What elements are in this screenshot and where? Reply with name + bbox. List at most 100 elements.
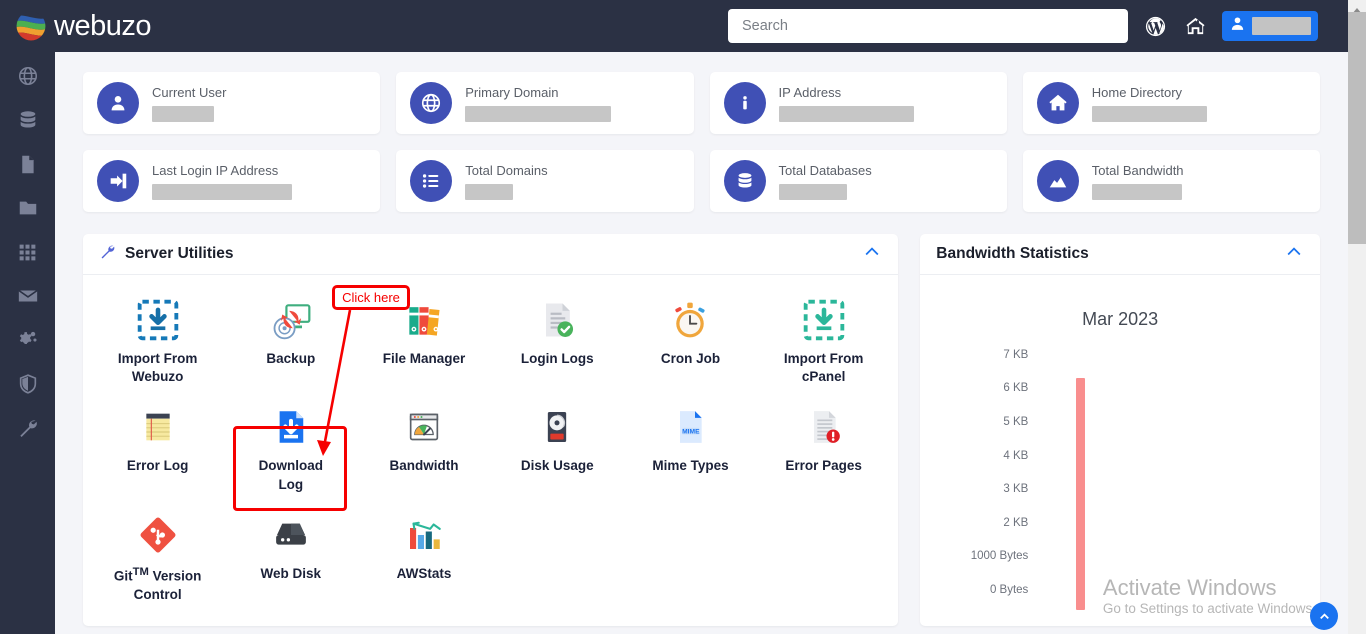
- cron-job-icon: [667, 297, 713, 343]
- import-cpanel-icon: [801, 297, 847, 343]
- bandwidth-panel-header: Bandwidth Statistics: [920, 234, 1320, 275]
- utility-label: Mime Types: [652, 457, 728, 475]
- sidebar-item-advanced[interactable]: [14, 326, 42, 354]
- awstats-icon: [401, 512, 447, 558]
- main-content: Current User Primary Domain IP Address: [55, 52, 1348, 634]
- brand-name: webuzo: [54, 10, 151, 43]
- user-icon: [1229, 15, 1246, 37]
- bandwidth-chart-plot: 7 KB6 KB5 KB4 KB3 KB2 KB1000 Bytes0 Byte…: [930, 338, 1310, 590]
- stat-card-grid: Current User Primary Domain IP Address: [83, 72, 1320, 212]
- server-utilities-body: Import From Webuzo: [83, 275, 898, 626]
- utility-import-from-cpanel[interactable]: Import From cPanel: [757, 291, 890, 398]
- chevron-up-icon[interactable]: [862, 242, 882, 267]
- sidebar-item-email[interactable]: [14, 282, 42, 310]
- utility-import-from-webuzo[interactable]: Import From Webuzo: [91, 291, 224, 398]
- info-icon: [724, 82, 766, 124]
- callout-label: Click here: [342, 290, 400, 305]
- utility-label: GitTM Version Control: [112, 565, 204, 604]
- utility-download-log[interactable]: Download Log: [224, 398, 357, 505]
- utility-label: Import From Webuzo: [112, 350, 204, 386]
- stat-card-last-login-ip: Last Login IP Address: [83, 150, 380, 212]
- utility-awstats[interactable]: AWStats: [357, 506, 490, 616]
- utility-label: Login Logs: [521, 350, 594, 368]
- error-log-icon: [135, 404, 181, 450]
- login-logs-icon: [534, 297, 580, 343]
- stat-label: Total Domains: [465, 163, 547, 178]
- user-account-button[interactable]: [1222, 11, 1318, 41]
- globe-icon: [410, 82, 452, 124]
- utility-disk-usage[interactable]: Disk Usage: [491, 398, 624, 505]
- utility-label: Bandwidth: [390, 457, 459, 475]
- header-actions: [728, 9, 1348, 43]
- svg-text:MIME: MIME: [683, 429, 701, 436]
- utilities-row-1: Import From Webuzo: [91, 291, 890, 398]
- chevron-up-icon[interactable]: [1284, 242, 1304, 267]
- import-webuzo-icon: [135, 297, 181, 343]
- utility-label: File Manager: [383, 350, 466, 368]
- stat-value-redacted: [465, 106, 611, 122]
- git-icon: [135, 512, 181, 558]
- stat-value-redacted: [1092, 106, 1207, 122]
- stat-card-current-user: Current User: [83, 72, 380, 134]
- wordpress-icon[interactable]: [1142, 13, 1168, 39]
- stat-card-total-databases: Total Databases: [710, 150, 1007, 212]
- panel-title: Server Utilities: [125, 245, 234, 263]
- chart-area-icon: [1037, 160, 1079, 202]
- chart-y-tick-label: 2 KB: [1003, 517, 1028, 529]
- mime-types-icon: MIME: [667, 404, 713, 450]
- utility-error-log[interactable]: Error Log: [91, 398, 224, 505]
- sidebar-item-file-manager[interactable]: [14, 194, 42, 222]
- sidebar-item-utilities[interactable]: [14, 414, 42, 442]
- stat-card-ip-address: IP Address: [710, 72, 1007, 134]
- stat-label: Total Bandwidth: [1092, 163, 1184, 178]
- backup-icon: [268, 297, 314, 343]
- chart-bar: [1076, 378, 1085, 610]
- sidebar-item-domains[interactable]: [14, 62, 42, 90]
- brand-logo[interactable]: webuzo: [0, 9, 151, 43]
- disk-usage-icon: [534, 404, 580, 450]
- search-input[interactable]: [740, 17, 1116, 35]
- error-pages-icon: [801, 404, 847, 450]
- utility-label: AWStats: [397, 565, 452, 583]
- home-icon: [1037, 82, 1079, 124]
- stat-label: Home Directory: [1092, 85, 1207, 100]
- top-header-bar: webuzo: [0, 0, 1348, 52]
- utility-web-disk[interactable]: Web Disk: [224, 506, 357, 616]
- wrench-icon: [99, 243, 116, 265]
- scroll-to-top-button[interactable]: [1310, 602, 1338, 630]
- stat-card-total-bandwidth: Total Bandwidth: [1023, 150, 1320, 212]
- stat-value-redacted: [1092, 184, 1182, 200]
- sidebar-item-databases[interactable]: [14, 106, 42, 134]
- page-scrollbar[interactable]: [1348, 0, 1366, 634]
- utility-bandwidth[interactable]: Bandwidth: [357, 398, 490, 505]
- stat-label: Current User: [152, 85, 226, 100]
- stat-label: Last Login IP Address: [152, 163, 292, 178]
- utility-label: Import From cPanel: [778, 350, 870, 386]
- utility-error-pages[interactable]: Error Pages: [757, 398, 890, 505]
- download-log-icon: [268, 404, 314, 450]
- scrollbar-thumb[interactable]: [1348, 12, 1366, 244]
- sidebar-item-apps[interactable]: [14, 238, 42, 266]
- home-icon[interactable]: [1182, 13, 1208, 39]
- utility-git-version-control[interactable]: GitTM Version Control: [91, 506, 224, 616]
- stat-value-redacted: [465, 184, 513, 200]
- utility-label: Cron Job: [661, 350, 720, 368]
- sidebar-item-security[interactable]: [14, 370, 42, 398]
- sidebar-item-files[interactable]: [14, 150, 42, 178]
- server-utilities-header: Server Utilities: [83, 234, 898, 275]
- utility-login-logs[interactable]: Login Logs: [491, 291, 624, 398]
- stat-card-home-directory: Home Directory: [1023, 72, 1320, 134]
- left-sidebar: [0, 52, 55, 634]
- stat-label: Total Databases: [779, 163, 872, 178]
- stat-value-redacted: [152, 106, 214, 122]
- utility-label: Error Pages: [785, 457, 862, 475]
- chart-y-tick-label: 6 KB: [1003, 382, 1028, 394]
- utility-mime-types[interactable]: MIME Mime Types: [624, 398, 757, 505]
- search-box[interactable]: [728, 9, 1128, 43]
- chart-y-axis: 7 KB6 KB5 KB4 KB3 KB2 KB1000 Bytes0 Byte…: [938, 338, 1028, 590]
- utility-label: Download Log: [245, 457, 337, 493]
- server-utilities-panel: Server Utilities: [83, 234, 898, 626]
- web-disk-icon: [268, 512, 314, 558]
- utility-label: Error Log: [127, 457, 189, 475]
- utility-cron-job[interactable]: Cron Job: [624, 291, 757, 398]
